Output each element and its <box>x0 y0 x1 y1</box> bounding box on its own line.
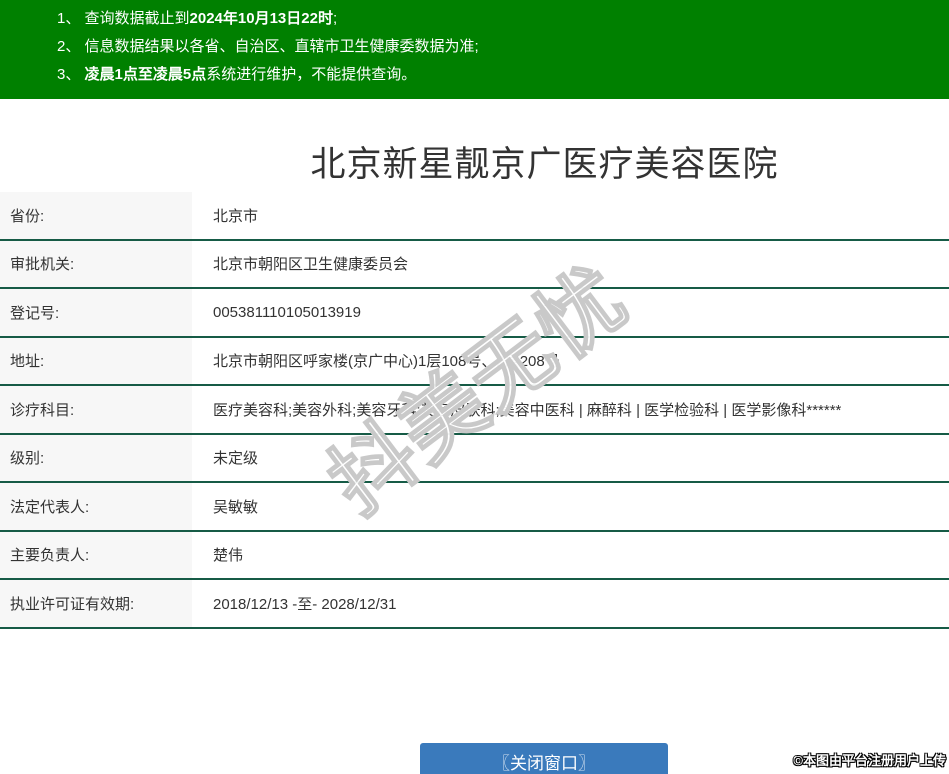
row-value: 吴敏敏 <box>213 498 259 516</box>
notice-segment-bold: 凌晨1点至凌晨5点 <box>84 66 207 83</box>
row-label: 诊疗科目: <box>0 386 192 433</box>
table-row: 执业许可证有效期: 2018/12/13 -至- 2028/12/31 <box>0 580 949 629</box>
notice-segment: 系统进行维护，不能提供查询。 <box>206 66 417 83</box>
row-value: 楚伟 <box>213 547 244 565</box>
row-label: 执业许可证有效期: <box>0 580 192 627</box>
notice-segment: 2、 信息数据结果以各省、自治区、直辖市卫生健康委数据为准; <box>57 38 479 55</box>
table-row: 法定代表人: 吴敏敏 <box>0 483 949 532</box>
table-row: 地址: 北京市朝阳区呼家楼(京广中心)1层108号、2层208号 <box>0 337 949 386</box>
query-result-page: 1、 查询数据截止到2024年10月13日22时; 2、 信息数据结果以各省、自治… <box>0 0 949 774</box>
row-value: 2018/12/13 -至- 2028/12/31 <box>213 595 397 613</box>
notice-line-1: 1、 查询数据截止到2024年10月13日22时; <box>57 5 929 33</box>
table-row: 级别: 未定级 <box>0 434 949 483</box>
notice-segment: ; <box>332 10 338 27</box>
row-value: 北京市 <box>213 207 259 225</box>
row-value: 北京市朝阳区卫生健康委员会 <box>213 256 409 274</box>
row-label: 主要负责人: <box>0 531 192 578</box>
image-credit: ©本图由平台注册用户上传 <box>793 753 946 768</box>
notice-segment: 3、 <box>57 66 85 83</box>
row-label: 登记号: <box>0 289 192 336</box>
row-value: 北京市朝阳区呼家楼(京广中心)1层108号、2层208号 <box>213 353 560 371</box>
row-label: 级别: <box>0 434 192 481</box>
row-label: 省份: <box>0 192 192 239</box>
page-title: 北京新星靓京广医疗美容医院 <box>310 145 779 184</box>
notice-line-3: 3、 凌晨1点至凌晨5点系统进行维护，不能提供查询。 <box>57 61 929 89</box>
row-value: 005381110105013919 <box>213 303 361 321</box>
table-row: 审批机关: 北京市朝阳区卫生健康委员会 <box>0 240 949 289</box>
table-row: 省份: 北京市 <box>0 192 949 241</box>
row-label: 地址: <box>0 337 192 384</box>
row-label: 法定代表人: <box>0 483 192 530</box>
notice-segment: 1、 查询数据截止到 <box>57 10 190 27</box>
notice-banner: 1、 查询数据截止到2024年10月13日22时; 2、 信息数据结果以各省、自治… <box>0 0 949 99</box>
table-row: 诊疗科目: 医疗美容科;美容外科;美容牙科;美容皮肤科;美容中医科 | 麻醉科 |… <box>0 386 949 435</box>
notice-line-2: 2、 信息数据结果以各省、自治区、直辖市卫生健康委数据为准; <box>57 33 929 61</box>
table-row: 登记号: 005381110105013919 <box>0 289 949 338</box>
notice-segment-bold: 2024年10月13日22时 <box>189 10 333 27</box>
row-value: 医疗美容科;美容外科;美容牙科;美容皮肤科;美容中医科 | 麻醉科 | 医学检验… <box>213 401 842 419</box>
row-value: 未定级 <box>213 450 259 468</box>
table-row: 主要负责人: 楚伟 <box>0 531 949 580</box>
row-label: 审批机关: <box>0 240 192 287</box>
info-table: 省份: 北京市审批机关: 北京市朝阳区卫生健康委员会登记号: 005381110105… <box>0 192 949 629</box>
close-window-button[interactable]: 〖关闭窗口〗 <box>420 743 668 774</box>
